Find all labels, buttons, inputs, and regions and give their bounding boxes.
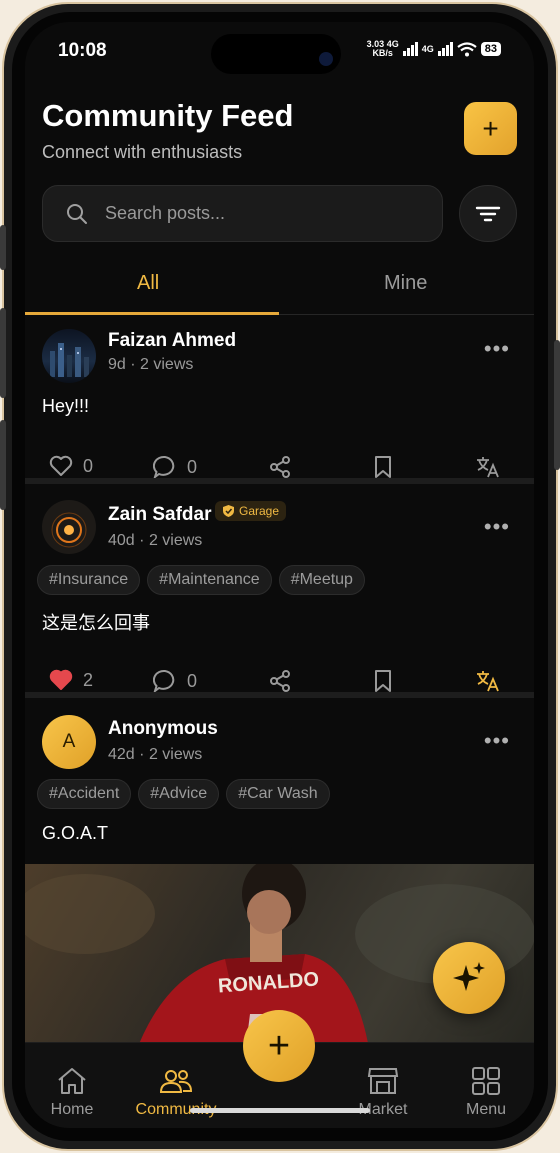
like-count: 2 [83,669,94,690]
tag-chip[interactable]: #Car Wash [226,779,330,809]
camera-icon [319,52,333,66]
tag-chip[interactable]: #Insurance [37,565,141,595]
like-button[interactable]: 0 [49,455,93,477]
wifi-icon [457,41,477,56]
nav-label: Home [50,1101,94,1118]
tab-mine[interactable]: Mine [384,272,427,295]
create-post-fab[interactable]: + [243,1010,315,1082]
share-icon [270,456,290,478]
like-count: 0 [83,455,94,476]
signal-icon [437,42,453,56]
post-meta: 42d · 2 views [108,746,203,763]
ai-assistant-button[interactable] [433,942,505,1014]
store-icon [367,1068,399,1094]
translate-icon [477,671,499,692]
translate-button[interactable] [475,455,501,479]
net-speed: 3.03 4G KB/s [366,39,399,58]
community-icon [159,1070,193,1093]
comment-count: 0 [187,670,198,691]
add-post-button[interactable]: + [464,102,517,155]
shield-check-icon [223,505,234,517]
more-options-icon[interactable]: ••• [484,336,510,362]
heart-icon [49,455,73,476]
more-options-icon[interactable]: ••• [484,514,510,540]
sparkles-icon [453,962,485,991]
avatar[interactable] [42,500,96,554]
screen: 10:08 3.03 4G KB/s 4G 83 Community Feed … [25,22,534,1128]
sparks-photo [51,512,87,548]
filter-icon [475,206,501,221]
comment-icon [153,669,175,693]
tag-chip[interactable]: #Meetup [278,565,365,595]
status-icons: 3.03 4G KB/s 4G 83 [367,40,501,58]
more-options-icon[interactable]: ••• [484,728,510,754]
plus-icon: + [267,1024,291,1067]
side-button [554,340,560,470]
filter-button[interactable] [459,185,517,242]
avatar[interactable]: A [42,715,96,769]
page-subtitle: Connect with enthusiasts [42,142,243,162]
search-input[interactable] [105,203,425,224]
bookmark-icon [375,456,391,478]
status-time: 10:08 [58,40,107,61]
side-button [0,420,6,510]
bookmark-button[interactable] [373,669,393,693]
side-button [0,225,6,270]
translate-icon [477,457,499,478]
side-button [0,308,6,398]
status-bar: 10:08 3.03 4G KB/s 4G 83 [25,22,534,78]
post-text: G.O.A.T [42,823,109,843]
translate-button[interactable] [475,669,501,693]
garage-badge: Garage [215,501,287,521]
comment-icon [153,455,175,479]
author-name[interactable]: Zain Safdar [108,504,211,526]
bookmark-icon [375,670,391,692]
post-meta: 9d · 2 views [108,356,194,373]
heart-filled-icon [49,669,73,690]
author-name[interactable]: Anonymous [108,718,218,740]
like-button[interactable]: 2 [49,669,93,691]
post-meta: 40d · 2 views [108,532,203,549]
post-divider [25,692,534,698]
badge-label: Garage [239,504,280,518]
tag-list: #Insurance #Maintenance #Meetup [37,565,365,595]
share-button[interactable] [268,669,292,693]
plus-icon: + [482,112,499,144]
net-label: 4G [421,44,434,54]
active-tab-indicator [25,312,279,315]
nav-menu[interactable]: Menu [441,1065,531,1119]
post-text: Hey!!! [42,396,90,416]
post-divider [25,478,534,484]
tag-list: #Accident #Advice #Car Wash [37,779,330,809]
avatar[interactable] [42,329,96,383]
signal-icon [402,42,418,56]
search-bar[interactable] [42,185,443,242]
comment-button[interactable]: 0 [153,455,197,479]
tag-chip[interactable]: #Advice [138,779,220,809]
author-name[interactable]: Faizan Ahmed [108,330,236,352]
nav-label: Menu [465,1101,507,1118]
comment-button[interactable]: 0 [153,669,197,693]
share-button[interactable] [268,455,292,479]
bookmark-button[interactable] [373,455,393,479]
post-text: 这是怎么回事 [42,613,150,633]
feed-tabs: All Mine [25,260,534,315]
share-icon [270,670,290,692]
search-icon [67,203,87,224]
grid-icon [472,1067,500,1095]
tag-chip[interactable]: #Accident [37,779,132,809]
home-icon [58,1068,86,1094]
tab-all[interactable]: All [137,272,159,295]
city-photo [50,343,89,377]
battery-indicator: 83 [480,42,501,56]
tag-chip[interactable]: #Maintenance [147,565,272,595]
nav-home[interactable]: Home [27,1065,117,1119]
avatar-letter: A [62,731,76,752]
page-title: Community Feed [42,98,294,133]
home-indicator [190,1108,370,1113]
comment-count: 0 [187,456,198,477]
